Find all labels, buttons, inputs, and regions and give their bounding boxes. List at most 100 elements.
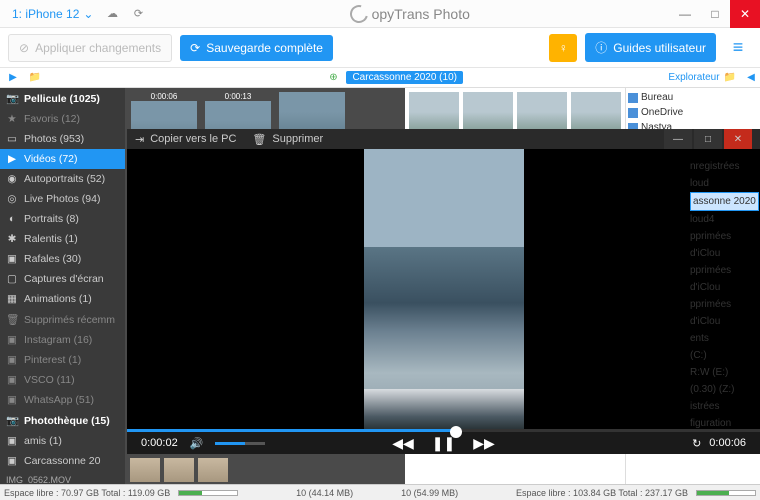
tree-item-partial[interactable]: pprimées d'iClou bbox=[690, 262, 760, 296]
volume-slider[interactable] bbox=[215, 442, 265, 445]
forward-button[interactable]: ▶▶ bbox=[473, 435, 495, 452]
sidebar-item[interactable]: ▢Captures d'écran bbox=[0, 269, 125, 289]
sidebar-item[interactable]: ▦ Animations (1) bbox=[0, 289, 125, 309]
sidebar-item[interactable]: ▣ Instagram (16) bbox=[0, 330, 125, 350]
rewind-button[interactable]: ◀◀ bbox=[392, 435, 414, 452]
titlebar: 1: iPhone 12 ⌄ ☁ ⟳ opyTrans Photo — □ ✕ bbox=[0, 0, 760, 28]
sidebar-item-icon: ▶ bbox=[6, 153, 18, 165]
video-player: ⇥Copier vers le PC 🗑Supprimer — □ ✕ 0:00… bbox=[127, 129, 760, 454]
volume-icon[interactable]: 🔊 bbox=[190, 437, 204, 450]
help-button[interactable]: ♀ bbox=[549, 34, 577, 62]
collapse-icon[interactable]: ▶ bbox=[4, 69, 22, 87]
pause-button[interactable]: ❚❚ bbox=[432, 435, 455, 452]
sidebar-item-label: Animations (1) bbox=[24, 293, 92, 305]
player-toolbar: ⇥Copier vers le PC 🗑Supprimer — □ ✕ bbox=[127, 129, 760, 149]
status-mid2: 10 (54.99 MB) bbox=[401, 488, 458, 498]
tree-item-partial[interactable]: loud4 bbox=[690, 211, 760, 228]
sidebar-item-icon: ▦ bbox=[6, 293, 18, 305]
tree-item-partial[interactable]: loud bbox=[690, 175, 760, 192]
tree-item[interactable]: OneDrive bbox=[628, 105, 758, 120]
sidebar-item[interactable]: 📷 Photothèque (15) bbox=[0, 410, 125, 431]
time-elapsed: 0:00:02 bbox=[141, 437, 178, 449]
close-button[interactable]: ✕ bbox=[730, 0, 760, 28]
tree-item-partial[interactable]: nregistrées bbox=[690, 158, 760, 175]
user-guides-button[interactable]: ⓘGuides utilisateur bbox=[585, 33, 716, 62]
sidebar-item[interactable]: ▣ VSCO (11) bbox=[0, 370, 125, 390]
file-info: IMG_0562.MOV 1080 x 1920 pixels 08/08/20… bbox=[0, 471, 125, 484]
tree-item-partial[interactable]: R:W (E:) bbox=[690, 364, 760, 381]
thumbnail[interactable] bbox=[130, 458, 160, 482]
minimize-button[interactable]: — bbox=[670, 0, 700, 28]
player-maximize-button[interactable]: □ bbox=[694, 129, 722, 149]
status-mid: 10 (44.14 MB) bbox=[296, 488, 353, 498]
refresh-icon[interactable]: ⟳ bbox=[127, 3, 149, 25]
tree-item-partial[interactable]: pprimées d'iClou bbox=[690, 296, 760, 330]
delete-button[interactable]: 🗑Supprimer bbox=[252, 133, 323, 146]
sidebar-item[interactable]: 📷 Pellicule (1025) bbox=[0, 88, 125, 109]
sidebar-item-label: Pellicule (1025) bbox=[24, 93, 100, 105]
tree-item[interactable]: Bureau bbox=[628, 90, 758, 105]
tree-item-partial[interactable]: ents bbox=[690, 330, 760, 347]
maximize-button[interactable]: □ bbox=[700, 0, 730, 28]
sidebar-item[interactable]: ▣Rafales (30) bbox=[0, 249, 125, 269]
sidebar-item-icon: 📷 bbox=[6, 92, 18, 105]
copy-to-pc-button[interactable]: ⇥Copier vers le PC bbox=[135, 133, 236, 146]
sidebar-item[interactable]: ▣Carcassonne 20 bbox=[0, 451, 125, 471]
sidebar-item-icon: ✱ bbox=[6, 233, 18, 245]
tree-item-partial[interactable]: pprimées d'iClou bbox=[690, 228, 760, 262]
tree-item-partial[interactable]: (C:) bbox=[690, 347, 760, 364]
sidebar-item[interactable]: ◐Portraits (8) bbox=[0, 209, 125, 229]
progress-bar[interactable] bbox=[127, 429, 760, 432]
expand-icon[interactable]: ◀ bbox=[742, 69, 760, 87]
sidebar-item[interactable]: ▭Photos (953) bbox=[0, 129, 125, 149]
sidebar-item-label: Ralentis (1) bbox=[24, 233, 78, 245]
sidebar-item-icon: ▣ bbox=[6, 374, 18, 386]
replay-icon[interactable]: ↻ bbox=[692, 437, 701, 450]
tree-item-partial[interactable]: assonne 2020 bbox=[690, 192, 760, 211]
sidebar-item-icon: ▣ bbox=[6, 435, 18, 447]
tree-item-partial[interactable]: (0.30) (Z:) bbox=[690, 381, 760, 398]
sidebar-item-label: Favoris (12) bbox=[24, 113, 80, 125]
full-backup-button[interactable]: ⟳Sauvegarde complète bbox=[180, 35, 333, 61]
sidebar-item[interactable]: ◉Autoportraits (52) bbox=[0, 169, 125, 189]
sidebar-item[interactable]: ▣Pinterest (1) bbox=[0, 350, 125, 370]
sidebar-item[interactable]: 🗑Supprimés récemm bbox=[0, 309, 125, 330]
sidebar-item-icon: ▭ bbox=[6, 133, 18, 145]
sidebar-item-label: Carcassonne 20 bbox=[24, 455, 100, 467]
cloud-icon[interactable]: ☁ bbox=[101, 3, 123, 25]
menu-button[interactable]: ≡ bbox=[724, 37, 752, 58]
bulb-icon: ♀ bbox=[559, 41, 568, 55]
sidebar-item[interactable]: ▶ Vidéos (72) bbox=[0, 149, 125, 169]
device-selector[interactable]: 1: iPhone 12 ⌄ bbox=[8, 5, 97, 23]
sidebar-item-label: Photothèque (15) bbox=[24, 415, 110, 427]
toolbar: ⊘Appliquer changements ⟳Sauvegarde compl… bbox=[0, 28, 760, 68]
album-badge[interactable]: Carcassonne 2020 (10) bbox=[346, 71, 463, 84]
sidebar-item-icon: ◉ bbox=[6, 173, 18, 185]
sidebar-item-icon: ◐ bbox=[6, 213, 18, 225]
copy-icon: ⇥ bbox=[135, 133, 144, 146]
player-minimize-button[interactable]: — bbox=[664, 129, 692, 149]
add-icon[interactable]: ⊕ bbox=[324, 69, 342, 87]
storage-meter-right bbox=[696, 490, 756, 496]
player-close-button[interactable]: ✕ bbox=[724, 129, 752, 149]
sidebar-item-icon: 📷 bbox=[6, 414, 18, 427]
thumbnail[interactable] bbox=[198, 458, 228, 482]
sidebar-item-label: Vidéos (72) bbox=[24, 153, 78, 165]
sidebar-item[interactable]: ▣WhatsApp (51) bbox=[0, 390, 125, 410]
tree-item-partial[interactable]: figuration bbox=[690, 415, 760, 432]
status-left: Espace libre : 70.97 GB Total : 119.09 G… bbox=[4, 488, 170, 498]
explorer-icon: 📁 bbox=[724, 72, 736, 83]
sidebar-item[interactable]: ▣amis (1) bbox=[0, 431, 125, 451]
sidebar-item[interactable]: ✱ Ralentis (1) bbox=[0, 229, 125, 249]
explorer-link[interactable]: Explorateur📁 bbox=[662, 72, 742, 83]
folder-icon[interactable]: 📁 bbox=[26, 69, 44, 87]
tree-item-partial[interactable]: istrées bbox=[690, 398, 760, 415]
sidebar-item-label: Instagram (16) bbox=[24, 334, 92, 346]
sidebar-item-icon: ▢ bbox=[6, 273, 18, 285]
sidebar-item-icon: ▣ bbox=[6, 334, 18, 346]
sidebar-item[interactable]: ★Favoris (12) bbox=[0, 109, 125, 129]
sidebar-item-label: VSCO (11) bbox=[24, 374, 75, 386]
sidebar-item[interactable]: ◎Live Photos (94) bbox=[0, 189, 125, 209]
video-viewport[interactable] bbox=[127, 149, 760, 429]
thumbnail[interactable] bbox=[164, 458, 194, 482]
